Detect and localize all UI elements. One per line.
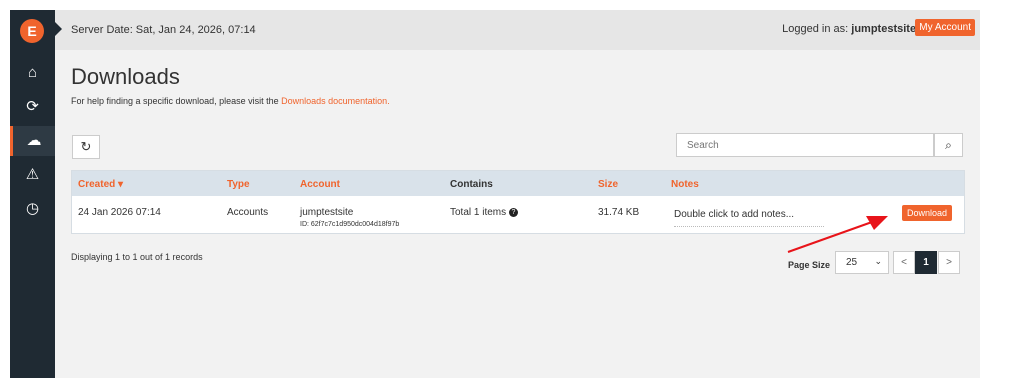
docs-link[interactable]: Downloads documentation. <box>281 96 390 106</box>
account-id: ID: 62f7c7c1d950dc004d18f97b <box>300 221 400 228</box>
download-button[interactable]: Download <box>902 205 953 221</box>
logged-in-label: Logged in as: <box>782 23 852 35</box>
cloud-download-icon[interactable]: ☁ <box>10 126 55 156</box>
warning-icon[interactable]: ⚠ <box>10 160 55 190</box>
page-size-label: Page Size <box>788 260 831 270</box>
records-count: Displaying 1 to 1 out of 1 records <box>71 252 203 262</box>
search-icon: ⌕ <box>945 138 952 152</box>
cell-contains: Total 1 items ? <box>450 207 518 218</box>
help-icon[interactable]: ? <box>508 207 518 217</box>
header-account[interactable]: Account <box>300 179 340 190</box>
logged-in-as: Logged in as: jumptestsite | <box>782 23 922 35</box>
notes-field[interactable]: Double click to add notes... <box>674 209 824 227</box>
sync-icon[interactable]: ⟳ <box>10 92 55 122</box>
chevron-down-icon: ⌄ <box>874 256 882 266</box>
clock-icon[interactable]: ◷ <box>10 194 55 224</box>
page-size-value: 25 <box>846 257 858 268</box>
help-prefix: For help finding a specific download, pl… <box>71 96 282 106</box>
table-header: Created ▾ Type Account Contains Size Not… <box>72 171 964 196</box>
contains-text: Total 1 items <box>450 207 507 218</box>
my-account-button[interactable]: My Account <box>915 19 975 36</box>
search-button[interactable]: ⌕ <box>934 133 963 157</box>
current-page-button[interactable]: 1 <box>915 251 937 274</box>
cell-size: 31.74 KB <box>598 207 640 218</box>
refresh-button[interactable]: ↻ <box>72 135 100 159</box>
app-frame: E ⌂ ⟳ ☁ ⚠ ◷ Server Date: Sat, Jan 24, 20… <box>10 10 980 378</box>
cell-created: 24 Jan 2026 07:14 <box>78 207 161 218</box>
search-input[interactable] <box>676 133 934 157</box>
cell-type: Accounts <box>227 207 269 218</box>
header-contains: Contains <box>450 179 493 190</box>
page-size-select[interactable]: 25 ⌄ <box>835 251 889 274</box>
refresh-icon: ↻ <box>80 139 92 154</box>
help-text: For help finding a specific download, pl… <box>71 96 390 106</box>
home-icon[interactable]: ⌂ <box>10 58 55 88</box>
downloads-table: Created ▾ Type Account Contains Size Not… <box>71 170 965 234</box>
sidebar: E ⌂ ⟳ ☁ ⚠ ◷ <box>10 10 55 378</box>
topbar: Server Date: Sat, Jan 24, 2026, 07:14 Lo… <box>55 10 980 50</box>
header-created[interactable]: Created ▾ <box>78 179 123 190</box>
page-title: Downloads <box>71 64 180 89</box>
cell-account: jumptestsite ID: 62f7c7c1d950dc004d18f97b <box>300 207 399 229</box>
account-name: jumptestsite <box>300 207 354 218</box>
caret-icon <box>55 22 62 36</box>
header-notes[interactable]: Notes <box>671 179 699 190</box>
next-page-button[interactable]: > <box>938 251 960 274</box>
logo-icon[interactable]: E <box>20 19 44 43</box>
username: jumptestsite <box>851 23 917 35</box>
header-size[interactable]: Size <box>598 179 618 190</box>
prev-page-button[interactable]: < <box>893 251 915 274</box>
header-type[interactable]: Type <box>227 179 250 190</box>
server-date: Server Date: Sat, Jan 24, 2026, 07:14 <box>71 24 256 36</box>
